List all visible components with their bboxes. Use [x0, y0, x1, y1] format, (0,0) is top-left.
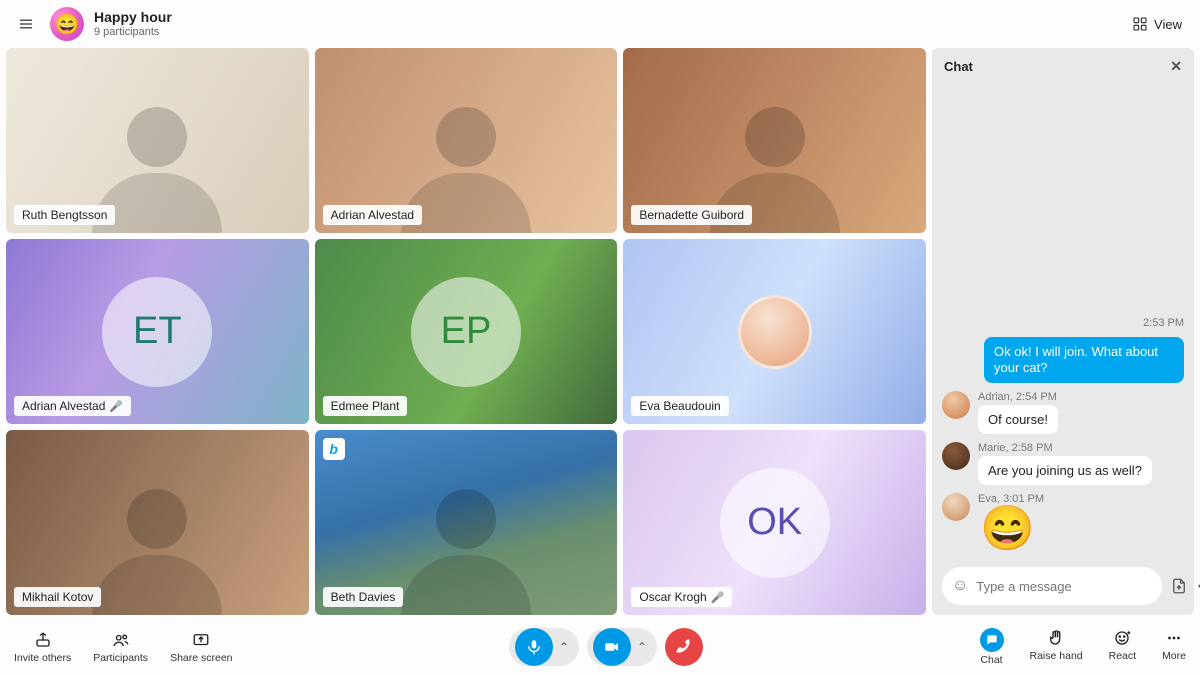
share-screen-icon	[191, 630, 211, 650]
chat-message-meta: Adrian, 2:54 PM	[978, 391, 1058, 403]
video-tile[interactable]: Ruth Bengtsson	[6, 48, 309, 233]
chat-message-list[interactable]: 2:53 PM Ok ok! I will join. What about y…	[932, 85, 1194, 559]
chat-title: Chat	[944, 59, 973, 74]
chat-avatar	[942, 442, 970, 470]
header-text: Happy hour 9 participants	[94, 10, 172, 37]
invite-others-button[interactable]: Invite others	[14, 630, 71, 664]
video-tile[interactable]: Mikhail Kotov	[6, 430, 309, 615]
raise-hand-icon	[1046, 628, 1066, 648]
video-tile[interactable]: Adrian Alvestad	[315, 48, 618, 233]
chat-emoji-reaction: 😄	[978, 507, 1044, 551]
participant-name-tag: Adrian Alvestad	[323, 205, 422, 225]
chat-message-text: Are you joining us as well?	[978, 456, 1152, 485]
participant-name-tag: Oscar Krogh🎤	[631, 587, 732, 607]
chat-message: Eva, 3:01 PM 😄	[942, 493, 1184, 551]
more-chat-options-button[interactable]	[1196, 575, 1200, 597]
participant-name-tag: Adrian Alvestad🎤	[14, 396, 131, 416]
hang-up-icon	[675, 638, 693, 656]
share-screen-button[interactable]: Share screen	[170, 630, 232, 664]
participant-name-tag: Mikhail Kotov	[14, 587, 101, 607]
chat-input-container[interactable]: ☺	[942, 567, 1162, 605]
raise-hand-button[interactable]: Raise hand	[1030, 628, 1083, 666]
share-out-icon	[33, 630, 53, 650]
participant-initials-avatar: OK	[720, 468, 830, 578]
chat-timestamp: 2:53 PM	[942, 317, 1184, 329]
more-controls-button[interactable]: More	[1162, 628, 1186, 666]
toggle-camera-button[interactable]	[593, 628, 631, 666]
participant-count: 9 participants	[94, 26, 172, 38]
chat-message: Marie, 2:58 PM Are you joining us as wel…	[942, 442, 1184, 485]
participant-name-tag: Beth Davies	[323, 587, 404, 607]
participant-name-tag: Eva Beaudouin	[631, 396, 728, 416]
group-avatar[interactable]: 😄	[50, 7, 84, 41]
call-control-bar: Invite others Participants Share screen …	[0, 619, 1200, 675]
video-grid: Ruth Bengtsson Adrian Alvestad Bernadett…	[6, 48, 926, 615]
toggle-mic-button[interactable]	[515, 628, 553, 666]
react-button[interactable]: React	[1109, 628, 1136, 666]
chat-message: Adrian, 2:54 PM Of course!	[942, 391, 1184, 434]
video-tile[interactable]: EP Edmee Plant	[315, 239, 618, 424]
participant-name-tag: Edmee Plant	[323, 396, 408, 416]
mic-icon	[525, 638, 543, 656]
chat-message-meta: Marie, 2:58 PM	[978, 442, 1152, 454]
video-tile[interactable]: b Beth Davies	[315, 430, 618, 615]
view-layout-button[interactable]: View	[1126, 12, 1188, 36]
mic-muted-icon: 🎤	[109, 400, 123, 413]
hamburger-menu-button[interactable]	[12, 10, 40, 38]
close-chat-button[interactable]: ✕	[1170, 58, 1182, 75]
mic-options-chevron[interactable]: ⌃	[555, 640, 573, 654]
camera-icon	[603, 638, 621, 656]
open-chat-button[interactable]: Chat	[980, 628, 1004, 666]
participants-icon	[111, 630, 131, 650]
mic-muted-icon: 🎤	[711, 591, 725, 604]
header: 😄 Happy hour 9 participants View	[0, 0, 1200, 48]
grid-view-icon	[1132, 16, 1148, 32]
chat-avatar	[942, 391, 970, 419]
end-call-button[interactable]	[665, 628, 703, 666]
video-tile[interactable]: OK Oscar Krogh🎤	[623, 430, 926, 615]
emoji-picker-icon[interactable]: ☺	[952, 577, 968, 595]
chat-avatar	[942, 493, 970, 521]
call-title: Happy hour	[94, 10, 172, 25]
more-dots-icon	[1164, 628, 1184, 648]
video-tile[interactable]: Bernadette Guibord	[623, 48, 926, 233]
video-tile[interactable]: Eva Beaudouin	[623, 239, 926, 424]
chat-self-message: Ok ok! I will join. What about your cat?	[984, 337, 1184, 384]
participant-photo-avatar	[738, 295, 812, 369]
mic-control-group: ⌃	[509, 628, 579, 666]
camera-options-chevron[interactable]: ⌃	[633, 640, 651, 654]
chat-bubble-icon	[980, 628, 1004, 652]
camera-control-group: ⌃	[587, 628, 657, 666]
chat-panel: Chat ✕ 2:53 PM Ok ok! I will join. What …	[932, 48, 1194, 615]
participants-button[interactable]: Participants	[93, 630, 148, 664]
participant-name-tag: Ruth Bengtsson	[14, 205, 115, 225]
chat-message-text: Of course!	[978, 405, 1058, 434]
participant-initials-avatar: EP	[411, 277, 521, 387]
chat-text-input[interactable]	[976, 579, 1152, 594]
participant-initials-avatar: ET	[102, 277, 212, 387]
participant-name-tag: Bernadette Guibord	[631, 205, 752, 225]
video-tile[interactable]: ET Adrian Alvestad🎤	[6, 239, 309, 424]
attach-file-button[interactable]	[1170, 575, 1188, 597]
react-emoji-icon	[1112, 628, 1132, 648]
